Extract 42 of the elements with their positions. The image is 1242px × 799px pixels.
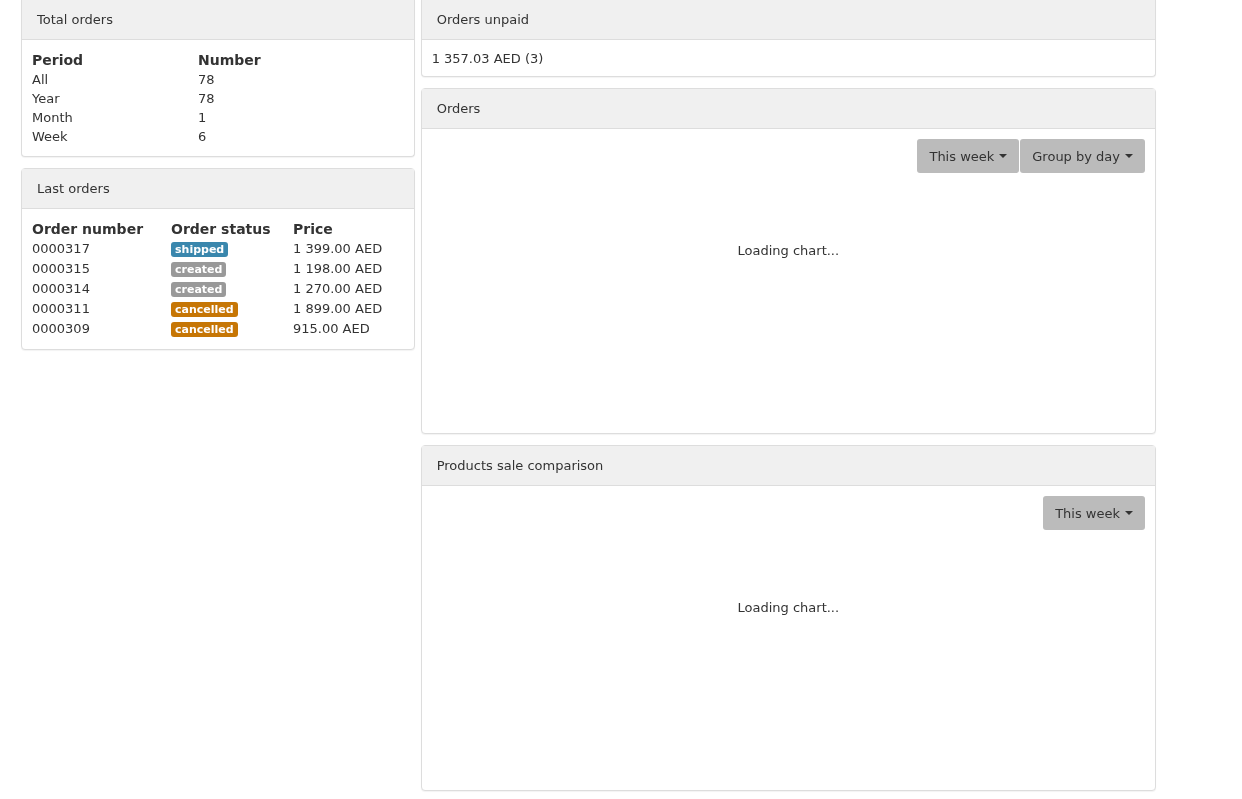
column-header: Price: [293, 220, 334, 239]
table-cell-text: 6: [198, 128, 208, 146]
order-number: 0000309: [32, 321, 90, 336]
panel-title: Total orders: [37, 12, 113, 27]
status-label: cancelled: [171, 302, 238, 317]
status-label: created: [171, 282, 227, 297]
column-header: Order number: [32, 219, 171, 239]
table-cell-text: 1: [198, 109, 208, 127]
loading-message: Loading chart...: [737, 243, 840, 260]
panel-title: Orders: [436, 101, 481, 116]
unpaid-amount: 1 357.03 AED (3): [431, 51, 544, 66]
table-cell-text: Year: [32, 90, 61, 108]
table-cell-text: 78: [198, 71, 216, 89]
table-cell-text: All: [32, 71, 50, 89]
panel-title: Orders unpaid: [436, 12, 530, 27]
order-price: 915.00 AED: [293, 321, 370, 336]
caret-icon: [1125, 511, 1133, 515]
loading-message: Loading chart...: [737, 600, 840, 617]
status-label: cancelled: [171, 322, 238, 337]
table-cell-text: 78: [198, 90, 216, 108]
order-price: 1 399.00 AED: [293, 241, 383, 256]
order-number: 0000315: [32, 261, 90, 276]
dropdown-button[interactable]: This week: [1043, 496, 1145, 530]
table-cell-text: Month: [32, 109, 74, 127]
panel-title: Products sale comparison: [436, 458, 604, 473]
column-header: Period: [32, 51, 85, 70]
status-label: created: [171, 262, 227, 277]
order-price: 1 198.00 AED: [293, 261, 383, 276]
panel-title: Last orders: [37, 181, 110, 196]
order-number: 0000317: [32, 241, 90, 256]
order-number: 0000311: [32, 301, 90, 316]
order-number: 0000314: [32, 281, 90, 296]
order-price: 1 270.00 AED: [293, 281, 383, 296]
table-cell: Week: [32, 127, 198, 146]
column-header: Order status: [171, 220, 272, 239]
column-header: Number: [198, 51, 262, 70]
dropdown-button[interactable]: Group by day: [1020, 139, 1145, 173]
order-price: 1 899.00 AED: [293, 301, 383, 316]
status-label: shipped: [171, 242, 229, 257]
caret-icon: [1125, 154, 1133, 158]
dropdown-button[interactable]: This week: [917, 139, 1020, 173]
caret-icon: [999, 154, 1008, 158]
